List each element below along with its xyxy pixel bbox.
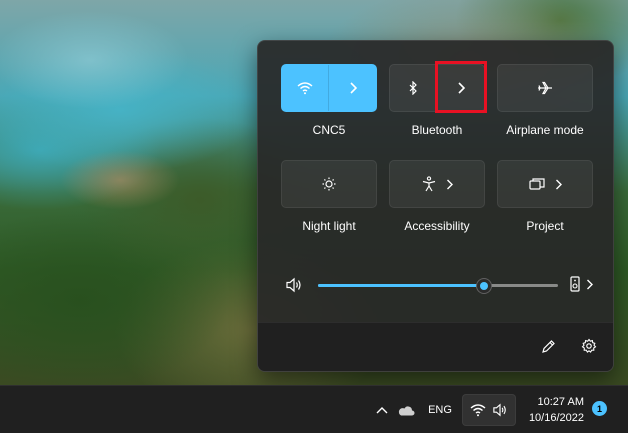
airplane-mode-tile[interactable] bbox=[497, 64, 593, 112]
chevron-right-icon bbox=[555, 179, 562, 189]
taskbar: ENG 10:27 AM 10/16/2022 bbox=[0, 385, 628, 433]
notification-badge[interactable]: 1 bbox=[592, 401, 607, 416]
audio-output-icon bbox=[570, 276, 580, 292]
pencil-icon[interactable] bbox=[541, 339, 556, 354]
accessibility-icon bbox=[422, 176, 435, 192]
project-tile-label: Project bbox=[526, 219, 564, 233]
wifi-toggle-button[interactable] bbox=[282, 65, 330, 111]
accessibility-tile-label: Accessibility bbox=[404, 219, 470, 233]
show-hidden-icons-button[interactable] bbox=[372, 394, 392, 426]
accessibility-tile[interactable] bbox=[389, 160, 485, 208]
volume-row bbox=[282, 275, 598, 295]
airplane-mode-tile-label: Airplane mode bbox=[506, 123, 584, 137]
volume-slider-track[interactable] bbox=[318, 278, 558, 294]
network-volume-button[interactable] bbox=[462, 394, 516, 426]
project-icon bbox=[528, 178, 545, 190]
gear-icon[interactable] bbox=[581, 338, 597, 354]
quick-settings-footer bbox=[258, 322, 613, 371]
chevron-right-icon bbox=[446, 179, 453, 189]
chevron-right-icon bbox=[349, 82, 357, 94]
wifi-icon bbox=[470, 404, 486, 417]
cloud-icon bbox=[398, 405, 415, 415]
volume-slider-fill bbox=[318, 284, 484, 287]
speaker-icon bbox=[493, 403, 506, 417]
project-tile[interactable] bbox=[497, 160, 593, 208]
airplane-icon bbox=[538, 81, 552, 95]
wifi-tile bbox=[281, 64, 377, 112]
quick-settings-flyout: CNC5 Bluetooth Airplane mode Night light bbox=[257, 40, 614, 372]
clock-date: 10/16/2022 bbox=[528, 412, 584, 424]
bluetooth-tile-label: Bluetooth bbox=[411, 123, 463, 137]
wifi-expand-button[interactable] bbox=[329, 65, 376, 111]
language-button[interactable]: ENG bbox=[422, 394, 458, 426]
speaker-icon[interactable] bbox=[285, 277, 303, 293]
wifi-icon bbox=[297, 82, 313, 95]
wifi-tile-label: CNC5 bbox=[312, 123, 346, 137]
night-light-tile[interactable] bbox=[281, 160, 377, 208]
audio-output-button[interactable] bbox=[570, 276, 593, 292]
volume-slider-thumb[interactable] bbox=[475, 278, 492, 294]
clock-time: 10:27 AM bbox=[537, 396, 584, 408]
chevron-right-icon bbox=[587, 279, 593, 289]
onedrive-button[interactable] bbox=[394, 394, 418, 426]
bluetooth-expand-highlight bbox=[435, 61, 487, 113]
language-indicator: ENG bbox=[428, 404, 452, 416]
clock-button[interactable]: 10:27 AM 10/16/2022 bbox=[520, 394, 584, 426]
bluetooth-toggle-button[interactable] bbox=[390, 65, 438, 111]
chevron-up-icon bbox=[376, 407, 388, 414]
brightness-icon bbox=[322, 177, 336, 191]
night-light-tile-label: Night light bbox=[302, 219, 356, 233]
bluetooth-icon bbox=[409, 81, 417, 95]
wallpaper-beach bbox=[60, 150, 180, 210]
